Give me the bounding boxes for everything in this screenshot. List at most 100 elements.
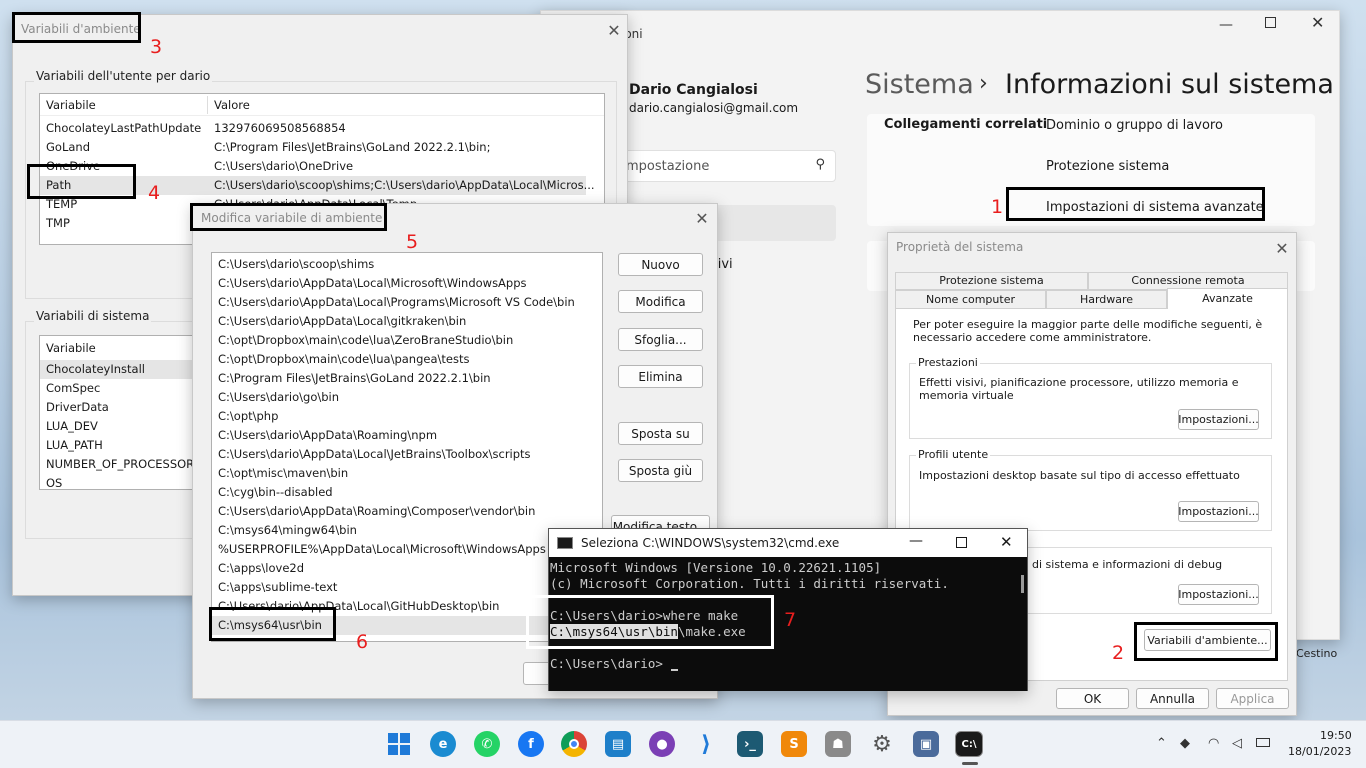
path-list[interactable]: C:\Users\dario\scoop\shims C:\Users\dari… [211,252,603,642]
list-item[interactable]: C:\apps\love2d [212,559,602,578]
startup-settings-button[interactable]: Impostazioni... [1178,584,1259,605]
startup-desc: di sistema e informazioni di debug [1032,558,1223,571]
robot-app-icon[interactable]: ☗ [825,731,851,757]
tab-hardware[interactable]: Hardware [1046,290,1167,309]
annotation-box-6 [209,607,336,641]
recycle-bin-label[interactable]: Cestino [1296,647,1337,660]
column-header-variable[interactable]: Variabile [46,98,96,112]
list-item[interactable]: C:\Users\dario\go\bin [212,388,602,407]
settings-search-input[interactable]: mpostazione ⚲ [611,150,836,182]
annotation-number-3: 3 [150,36,163,58]
chevron-up-icon[interactable]: ⌃ [1156,736,1167,751]
tab-computer-name[interactable]: Nome computer [895,290,1046,309]
system-props-icon[interactable]: ▣ [913,731,939,757]
vscode-icon[interactable]: ⟩ [693,731,719,757]
cancel-button[interactable]: Annulla [1136,688,1209,709]
list-item[interactable]: C:\Users\dario\AppData\Roaming\Composer\… [212,502,602,521]
whatsapp-icon[interactable]: ✆ [474,731,500,757]
terminal-app-icon[interactable]: ›_ [737,731,763,757]
related-label: Collegamenti correlati [884,117,1048,132]
browse-button[interactable]: Sfoglia... [618,328,703,351]
annotation-number-1: 1 [991,196,1004,218]
notes-icon[interactable]: ▤ [605,731,631,757]
cmd-app-icon [557,537,573,549]
github-icon[interactable]: ● [649,731,675,757]
link-domain[interactable]: Dominio o gruppo di lavoro [1046,118,1223,133]
cmd-line: Microsoft Windows [Versione 10.0.22621.1… [550,560,882,575]
edge-icon[interactable]: e [430,731,456,757]
chrome-icon[interactable] [561,731,587,757]
tab-advanced[interactable]: Avanzate [1167,288,1288,309]
breadcrumb-separator: › [979,71,988,96]
cmd-title: Seleziona C:\WINDOWS\system32\cmd.exe [581,536,840,550]
list-item[interactable]: %USERPROFILE%\AppData\Local\Microsoft\Wi… [212,540,602,559]
dropbox-icon[interactable]: ◆ [1180,736,1190,751]
minimize-icon[interactable]: — [1219,17,1233,33]
annotation-number-4: 4 [148,182,161,204]
cmd-prompt: C:\Users\dario> [550,656,663,671]
list-item[interactable]: C:\Users\dario\AppData\Local\Programs\Mi… [212,293,602,312]
new-button[interactable]: Nuovo [618,253,703,276]
annotation-number-5: 5 [406,231,419,253]
apply-button[interactable]: Applica [1216,688,1289,709]
column-header-variable[interactable]: Variabile [46,341,96,355]
cmd-scrollbar[interactable] [1021,575,1024,593]
list-item[interactable]: C:\msys64\mingw64\bin [212,521,602,540]
move-down-button[interactable]: Sposta giù [618,459,703,482]
close-icon[interactable]: ✕ [1000,533,1013,551]
annotation-number-6: 6 [356,631,369,653]
table-row[interactable]: GoLand C:\Program Files\JetBrains\GoLand … [40,138,604,157]
admin-note: Per poter eseguire la maggior parte dell… [913,318,1263,344]
edit-button[interactable]: Modifica [618,290,703,313]
annotation-box-7 [526,595,774,649]
list-item[interactable]: C:\Users\dario\AppData\Local\JetBrains\T… [212,445,602,464]
path-list-rows: C:\Users\dario\scoop\shims C:\Users\dari… [212,255,602,635]
list-item[interactable]: C:\opt\php [212,407,602,426]
list-item[interactable]: C:\opt\Dropbox\main\code\lua\pangea\test… [212,350,602,369]
cmd-icon[interactable]: C:\ [955,731,983,757]
breadcrumb-parent[interactable]: Sistema [865,69,974,100]
annotation-number-7: 7 [784,609,797,631]
annotation-box-1 [1006,187,1265,221]
maximize-icon[interactable] [1265,17,1276,28]
close-icon[interactable]: ✕ [1311,13,1324,32]
page-title: Informazioni sul sistema [1005,69,1334,100]
facebook-icon[interactable]: f [518,731,544,757]
annotation-box-4 [27,164,136,199]
performance-settings-button[interactable]: Impostazioni... [1178,409,1259,430]
volume-icon[interactable]: ◁ [1232,736,1242,751]
windows-start-icon[interactable] [386,731,412,757]
list-item[interactable]: C:\opt\Dropbox\main\code\lua\ZeroBraneSt… [212,331,602,350]
close-icon[interactable]: ✕ [1271,237,1293,259]
settings-gear-icon[interactable]: ⚙ [869,731,895,757]
list-item[interactable]: C:\opt\misc\maven\bin [212,464,602,483]
wifi-icon[interactable]: ◠ [1208,736,1219,751]
close-icon[interactable]: ✕ [603,19,625,41]
close-icon[interactable]: ✕ [691,207,713,229]
tab-row-2: Nome computer Hardware Avanzate [895,288,1288,309]
delete-button[interactable]: Elimina [618,365,703,388]
ok-button[interactable]: OK [1056,688,1129,709]
search-icon: ⚲ [815,157,825,172]
list-item[interactable]: C:\Program Files\JetBrains\GoLand 2022.2… [212,369,602,388]
sublime-icon[interactable]: S [781,731,807,757]
battery-icon[interactable] [1256,738,1270,747]
link-protection[interactable]: Protezione sistema [1046,159,1169,174]
table-row[interactable]: ChocolateyLastPathUpdate 1329760695085688… [40,119,604,138]
minimize-icon[interactable]: — [909,533,923,549]
column-header-value[interactable]: Valore [214,98,250,112]
list-item[interactable]: C:\Users\dario\scoop\shims [212,255,602,274]
maximize-icon[interactable] [956,537,967,548]
profiles-settings-button[interactable]: Impostazioni... [1178,501,1259,522]
user-name: Dario Cangialosi [629,82,758,98]
list-item[interactable]: C:\cyg\bin--disabled [212,483,602,502]
clock-date[interactable]: 18/01/2023 [1288,745,1351,758]
list-item[interactable]: C:\Users\dario\AppData\Local\gitkraken\b… [212,312,602,331]
tab-system-protection[interactable]: Protezione sistema [895,272,1088,290]
clock-time[interactable]: 19:50 [1320,729,1352,742]
user-vars-label: Variabili dell'utente per dario [34,69,213,83]
list-item[interactable]: C:\Users\dario\AppData\Roaming\npm [212,426,602,445]
performance-desc: Effetti visivi, pianificazione processor… [919,376,1239,402]
list-item[interactable]: C:\Users\dario\AppData\Local\Microsoft\W… [212,274,602,293]
move-up-button[interactable]: Sposta su [618,422,703,445]
